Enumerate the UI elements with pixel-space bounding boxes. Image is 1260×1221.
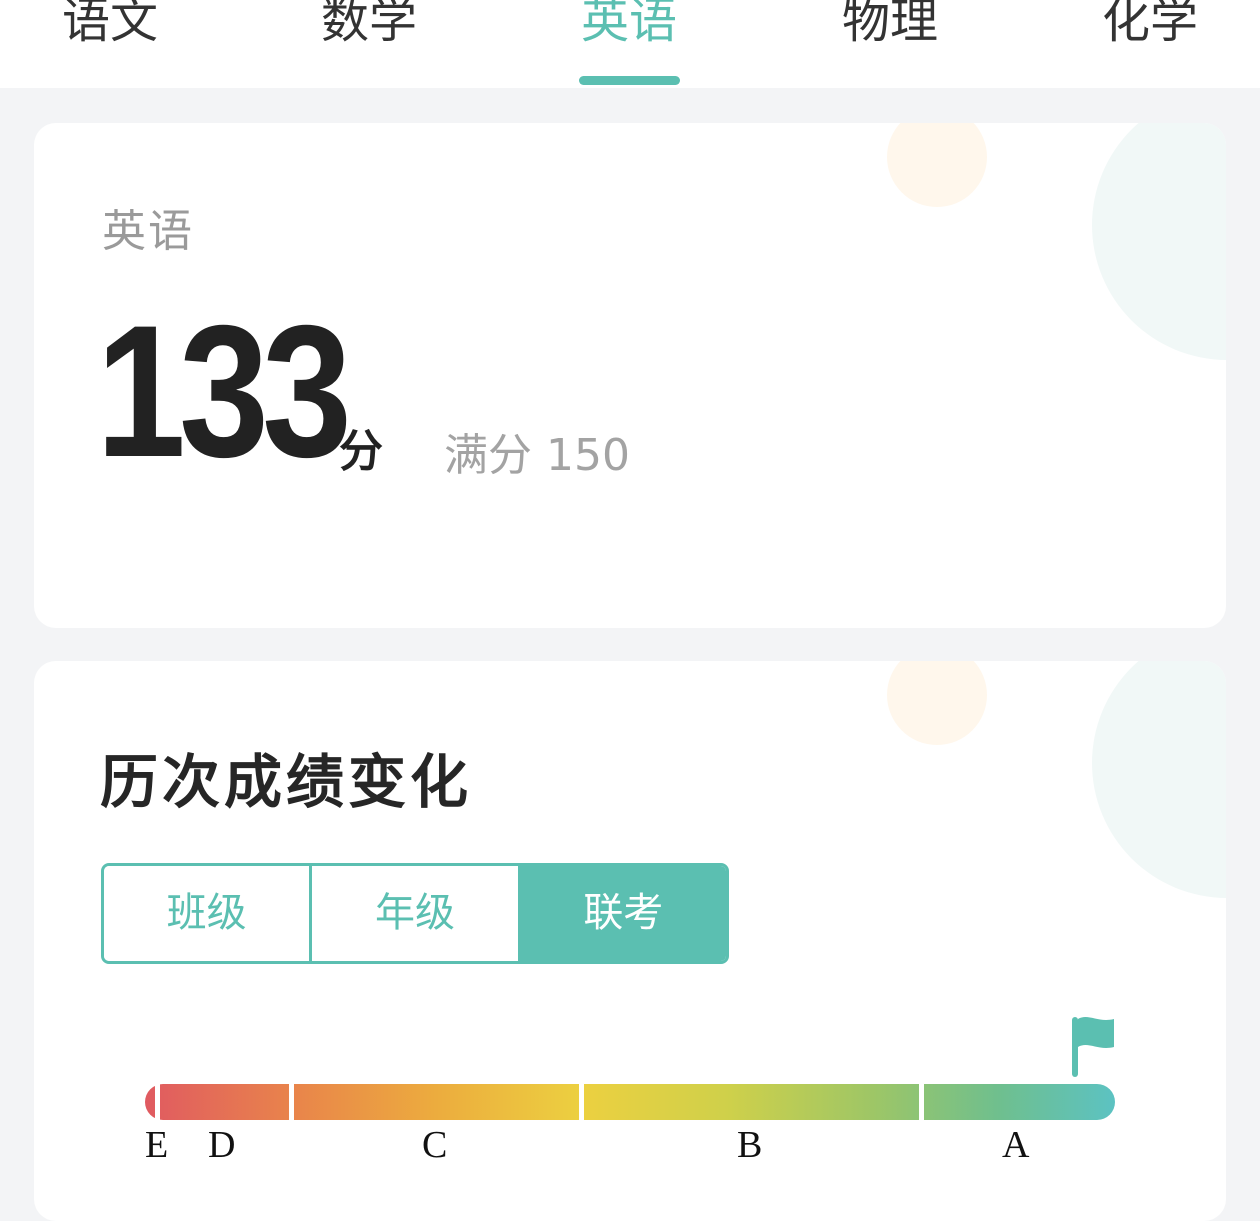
grade-divider [579, 1084, 584, 1120]
subject-label: 英语 [102, 206, 194, 257]
grade-divider [919, 1084, 924, 1120]
tab-chinese[interactable]: 语文 [30, 0, 190, 66]
grade-label-e: E [145, 1124, 169, 1166]
score-card: 英语 133 分 满分 150 [34, 123, 1226, 628]
decor-circle-green [1092, 123, 1226, 360]
segment-joint-exam[interactable]: 联考 [520, 866, 726, 961]
subject-tab-bar: 语文 数学 英语 物理 化学 [0, 0, 1260, 88]
tab-chemistry[interactable]: 化学 [1070, 0, 1230, 66]
grade-label-b: B [737, 1124, 763, 1166]
score-value: 133 [96, 286, 352, 496]
tab-english[interactable]: 英语 [549, 0, 709, 66]
grade-label-a: A [1002, 1124, 1030, 1166]
grade-divider [155, 1084, 160, 1120]
tab-physics[interactable]: 物理 [810, 0, 970, 66]
decor-circle-orange [887, 123, 987, 207]
decor-circle-orange [887, 661, 987, 745]
full-score: 满分 150 [444, 430, 630, 481]
grade-label-c: C [422, 1124, 448, 1166]
segment-grade[interactable]: 年级 [312, 866, 521, 961]
score-unit: 分 [339, 426, 383, 477]
active-tab-indicator [579, 76, 680, 85]
section-title: 历次成绩变化 [100, 748, 473, 816]
grade-divider [289, 1084, 294, 1120]
tab-math[interactable]: 数学 [289, 0, 449, 66]
history-card: 历次成绩变化 班级 年级 联考 E D C B A [34, 661, 1226, 1221]
grade-label-d: D [208, 1124, 236, 1166]
decor-circle-green [1092, 661, 1226, 898]
segment-class[interactable]: 班级 [104, 866, 313, 961]
flag-icon [1072, 1017, 1114, 1077]
scope-segmented-control: 班级 年级 联考 [101, 863, 729, 964]
